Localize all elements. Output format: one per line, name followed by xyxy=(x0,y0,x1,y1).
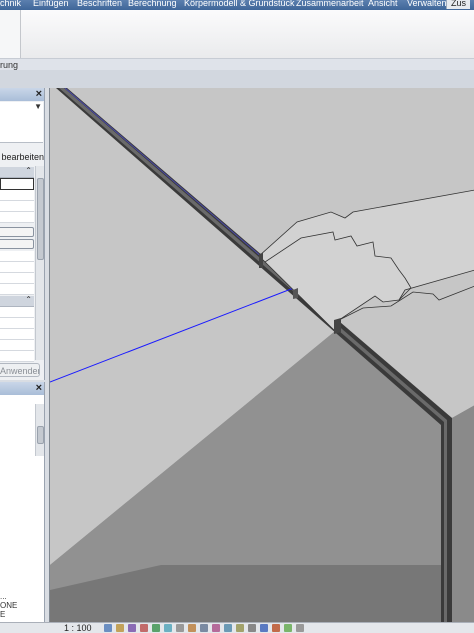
temporary-hide-icon[interactable] xyxy=(200,624,208,632)
model-view-graphic xyxy=(50,88,474,622)
close-icon[interactable]: × xyxy=(36,87,42,101)
highlight-displacement-icon[interactable] xyxy=(248,624,256,632)
joint-cut-face xyxy=(259,253,263,268)
scrollbar-thumb[interactable] xyxy=(37,178,44,260)
crop-view-icon[interactable] xyxy=(164,624,172,632)
property-row[interactable] xyxy=(0,212,34,223)
property-group-header[interactable]: ⌃ xyxy=(0,295,34,307)
property-row[interactable] xyxy=(0,351,34,362)
analytical-model-icon[interactable] xyxy=(236,624,244,632)
property-edit-button[interactable] xyxy=(0,239,34,249)
options-bar xyxy=(0,70,474,88)
view-control-bar: 1 : 100 xyxy=(0,622,474,633)
collapse-icon[interactable]: ⌃ xyxy=(25,295,32,304)
tab-berechnung[interactable]: Berechnung xyxy=(128,0,177,9)
property-row[interactable] xyxy=(0,262,34,273)
hidden-elements-icon[interactable] xyxy=(296,624,304,632)
close-icon[interactable]: × xyxy=(36,381,42,395)
detail-level-icon[interactable] xyxy=(104,624,112,632)
tab-ansicht[interactable]: Ansicht xyxy=(368,0,398,9)
property-row[interactable] xyxy=(0,201,34,212)
browser-tree-item[interactable]: ... xyxy=(0,592,17,601)
property-row[interactable] xyxy=(0,340,34,351)
section-box-icon[interactable] xyxy=(272,624,280,632)
project-browser: × ... ONE E xyxy=(0,382,45,622)
show-crop-icon[interactable] xyxy=(176,624,184,632)
sun-path-icon[interactable] xyxy=(128,624,136,632)
browser-tree-item[interactable]: E xyxy=(0,610,17,619)
render-icon[interactable] xyxy=(152,624,160,632)
property-group-header[interactable]: ⌃ xyxy=(0,166,34,178)
reveal-constraints-icon[interactable] xyxy=(260,624,268,632)
property-row[interactable] xyxy=(0,284,34,295)
scrollbar-thumb[interactable] xyxy=(37,426,44,444)
browser-tree-item[interactable]: ONE xyxy=(0,601,17,610)
tab-zusatzmodule[interactable]: Zus xyxy=(446,0,471,9)
visual-style-icon[interactable] xyxy=(116,624,124,632)
edit-type-button[interactable]: bearbeiten xyxy=(0,150,44,164)
tab-verwalten[interactable]: Verwalten xyxy=(407,0,447,9)
properties-scrollbar[interactable] xyxy=(35,166,44,360)
chevron-down-icon[interactable]: ▼ xyxy=(34,102,42,111)
tab-haustechnik[interactable]: chnik xyxy=(0,0,21,9)
property-edit-button[interactable] xyxy=(0,227,34,237)
properties-palette: × ▼ bearbeiten ⌃ ⌃ Anwenden xyxy=(0,88,45,380)
drawing-area-3d-view[interactable] xyxy=(49,88,474,622)
right-slab-side-face xyxy=(452,405,474,622)
property-row[interactable] xyxy=(0,307,34,318)
apply-button[interactable]: Anwenden xyxy=(0,363,40,377)
lock-view-icon[interactable] xyxy=(188,624,196,632)
ribbon-tab-bar: chnik Einfügen Beschriften Berechnung Kö… xyxy=(0,0,474,10)
property-row[interactable] xyxy=(0,273,34,284)
tab-koerpermodell[interactable]: Körpermodell & Grundstück xyxy=(184,0,295,9)
property-value-field[interactable] xyxy=(0,178,34,190)
tab-zusammenarbeit[interactable]: Zusammenarbeit xyxy=(296,0,364,9)
property-row[interactable] xyxy=(0,329,34,340)
properties-header: × xyxy=(0,88,44,101)
joint-cut-face xyxy=(334,318,341,334)
shadows-icon[interactable] xyxy=(140,624,148,632)
collapse-icon[interactable]: ⌃ xyxy=(25,166,32,175)
browser-scrollbar[interactable] xyxy=(35,404,44,456)
property-row[interactable] xyxy=(0,251,34,262)
tab-einfuegen[interactable]: Einfügen xyxy=(33,0,69,9)
property-row[interactable] xyxy=(0,190,34,201)
reveal-hidden-icon[interactable] xyxy=(212,624,220,632)
worksharing-icon[interactable] xyxy=(224,624,232,632)
temporary-view-icon[interactable] xyxy=(284,624,292,632)
tab-beschriften[interactable]: Beschriften xyxy=(77,0,122,9)
project-browser-header: × xyxy=(0,382,44,395)
property-row[interactable] xyxy=(0,318,34,329)
browser-tree: ... ONE E xyxy=(0,592,17,619)
